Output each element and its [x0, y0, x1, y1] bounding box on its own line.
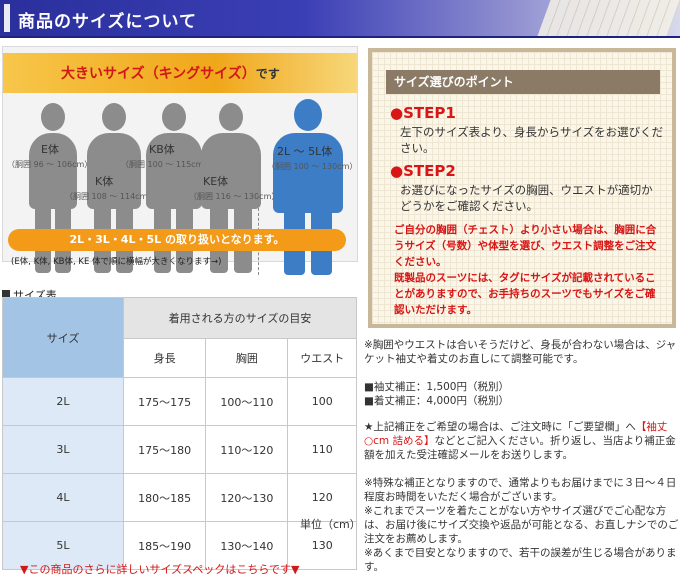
figure-k-range: （胴囲 108 〜 114cm） — [65, 192, 156, 201]
figure-k-label: K体 — [95, 175, 114, 188]
size-point-heading: サイズ選びのポイント — [386, 70, 660, 94]
figure-ke-range: （胴囲 116 〜 130cm） — [189, 192, 280, 201]
chest-cell: 120〜130 — [205, 473, 289, 522]
king-size-title: 大きいサイズ（キングサイズ）です — [61, 66, 280, 82]
waist-cell: 110 — [287, 425, 357, 474]
table-row: 3L 175〜180 110〜120 110 — [2, 425, 357, 474]
first-time-buyer-note: ※これまでスーツを着たことがない方やサイズ選びでご心配な方は、お届け後にサイズ交… — [364, 505, 679, 545]
size-column-header: サイズ — [2, 297, 124, 378]
chest-cell: 110〜120 — [205, 425, 289, 474]
size-cell: 4L — [2, 473, 124, 522]
sleeve-alteration-price: ■袖丈補正：1,500円（税別） — [364, 381, 509, 393]
height-cell: 175〜175 — [122, 377, 207, 426]
table-row: 4L 180〜185 120〜130 120 — [2, 473, 357, 522]
figure-kb-range: （胴囲 100 〜 115cm） — [121, 160, 212, 169]
alteration-note: ※胸囲やウエストは合いそうだけど、身長が合わない場合は、ジャケット袖丈や着丈のお… — [364, 339, 677, 365]
figure-ke-label: KE体 — [203, 175, 229, 188]
size-spec-link[interactable]: ▼この商品のさらに詳しいサイズスペックはこちらです▼ — [20, 561, 300, 577]
chest-note: ご自分の胸囲（チェスト）より小さい場合は、胸囲に合うサイズ（号数）や体型を選び、… — [394, 224, 657, 268]
waist-cell: 100 — [287, 377, 357, 426]
size-tolerance-note: ※あくまで目安となりますので、若干の誤差が生じる場合があります。 — [364, 547, 677, 573]
step2-text: お選びになったサイズの胸囲、ウエストが適切かどうかをご確認ください。 — [400, 183, 653, 213]
figure-kb-label: KB体 — [149, 143, 175, 156]
page-header: 商品のサイズについて — [0, 0, 680, 38]
measuring-tape-image — [537, 0, 680, 36]
size-guide-header: 着用される方のサイズの目安 — [123, 296, 357, 340]
alteration-request-note: ★上記補正をご希望の場合は、ご注文時に「ご要望欄」へ【袖丈○cm 詰める】などと… — [364, 421, 676, 461]
table-row: 2L 175〜175 100〜110 100 — [2, 377, 357, 426]
available-sizes-bar: 2L・3L・4L・5L の取り扱いとなります。 — [8, 229, 346, 251]
height-header: 身長 — [122, 338, 207, 378]
height-cell: 175〜180 — [122, 425, 207, 474]
divider-dashed — [258, 149, 259, 275]
king-size-banner: 大きいサイズ（キングサイズ）です — [3, 53, 357, 93]
step1-title: ●STEP1 — [390, 104, 456, 122]
figure-e-label: E体 — [41, 143, 59, 156]
size-cell: 2L — [2, 377, 124, 426]
figure-2l-5l-label: 2L 〜 5L体 — [277, 145, 333, 158]
header-accent — [4, 4, 10, 32]
figure-e-range: （胴囲 96 〜 106cm） — [7, 160, 93, 169]
size-point-box: サイズ選びのポイント ●STEP1 左下のサイズ表より、身長からサイズをお選びく… — [368, 48, 676, 328]
figure-2l-5l-range: （胴囲 100 〜 130cm） — [267, 162, 358, 171]
step1-text: 左下のサイズ表より、身長からサイズをお選びください。 — [400, 125, 664, 155]
chest-cell: 100〜110 — [205, 377, 289, 426]
body-type-order-note: (E体, K体, KB体, KE 体で順に横幅が大きくなります→) — [11, 257, 222, 267]
chest-header: 胸囲 — [205, 338, 289, 378]
delivery-time-note: ※特殊な補正となりますので、通常よりもお届けまでに３日〜４日程度お時間をいただく… — [364, 477, 677, 503]
page-title: 商品のサイズについて — [18, 12, 197, 32]
unit-label: 単位（cm） — [300, 518, 361, 531]
waist-cell: 120 — [287, 473, 357, 522]
length-alteration-price: ■着丈補正：4,000円（税別） — [364, 395, 509, 407]
height-cell: 180〜185 — [122, 473, 207, 522]
size-cell: 3L — [2, 425, 124, 474]
step2-title: ●STEP2 — [390, 162, 456, 180]
tag-note: 既製品のスーツには、タグにサイズが記載されていることがありますので、お手持ちのス… — [394, 272, 656, 316]
waist-header: ウエスト — [287, 338, 357, 378]
